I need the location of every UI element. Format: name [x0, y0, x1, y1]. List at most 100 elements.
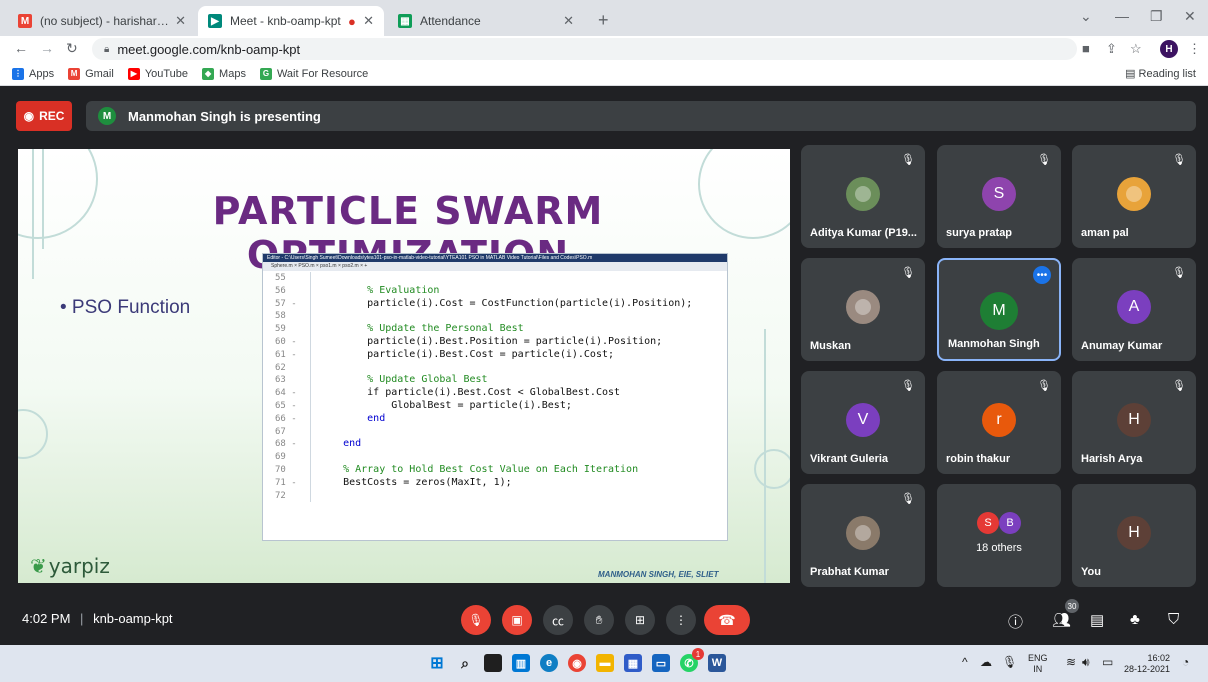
share-icon[interactable]: ⇪ [1106, 41, 1117, 57]
task-view-icon[interactable] [484, 654, 502, 672]
participant-tile[interactable]: S B 18 others [937, 484, 1061, 587]
wifi-icon[interactable]: ≋ [1066, 655, 1076, 669]
more-options-button[interactable]: ⋮ [666, 605, 696, 635]
recording-badge[interactable]: ◉ REC [16, 101, 72, 131]
participant-name: You [1081, 566, 1101, 578]
participant-tile[interactable]: 🎙︎ Muskan [801, 258, 925, 361]
bookmark-maps[interactable]: ◆ Maps [202, 67, 246, 80]
slide-credit: MANMOHAN SINGH, EIE, SLIET [598, 570, 719, 579]
participant-tile[interactable]: 🎙︎ aman pal [1072, 145, 1196, 248]
tab-gmail[interactable]: M (no subject) - harisharya@sliet.ac ✕ [8, 6, 196, 36]
tab-attendance[interactable]: ▦ Attendance ✕ [388, 6, 584, 36]
word-icon[interactable]: W [708, 654, 726, 672]
widgets-icon[interactable]: ▥ [512, 654, 530, 672]
people-icon[interactable]: 👥︎ [1052, 611, 1071, 629]
cloud-icon[interactable]: ☁︎ [980, 655, 992, 669]
profile-avatar[interactable]: H [1160, 40, 1178, 58]
line-number: 71 - [263, 476, 311, 490]
minimize-icon[interactable]: — [1115, 8, 1129, 24]
url-bar[interactable]: 🔒︎ meet.google.com/knb-oamp-kpt [92, 38, 1077, 60]
participant-tile[interactable]: 🎙︎ Prabhat Kumar [801, 484, 925, 587]
camera-off-icon: ▣ [511, 613, 523, 627]
line-number: 60 - [263, 335, 311, 349]
participant-tile[interactable]: 🎙︎ r robin thakur [937, 371, 1061, 474]
windows-start-icon[interactable]: ⊞ [428, 654, 446, 672]
microphone-tray-icon[interactable]: 🎙︎ [1002, 655, 1017, 669]
forward-icon[interactable]: → [40, 40, 54, 56]
participant-tile[interactable]: 🎙︎ A Anumay Kumar [1072, 258, 1196, 361]
captions-icon: ㏄ [551, 613, 564, 628]
close-icon[interactable]: ✕ [357, 13, 374, 29]
language-indicator[interactable]: ENG IN [1028, 653, 1048, 675]
reading-list-button[interactable]: ▤ Reading list [1125, 67, 1196, 80]
gmail-icon: M [68, 67, 81, 80]
avatar: A [1117, 290, 1151, 324]
edge-icon[interactable]: e [540, 654, 558, 672]
camera-in-use-icon[interactable]: ■ [1082, 41, 1090, 56]
clock-time: 16:02 [1147, 653, 1171, 663]
chrome-icon[interactable]: ◉ [568, 654, 586, 672]
tab-search-icon[interactable]: ⌄ [1080, 8, 1092, 25]
maximize-icon[interactable]: ❐ [1150, 8, 1163, 25]
system-clock[interactable]: 16:02 28-12-2021 [1124, 653, 1170, 675]
mic-muted-icon: 🎙︎ [901, 154, 915, 166]
participant-tile[interactable]: 🎙︎ Ssurya pratap [937, 145, 1061, 248]
bookmark-youtube[interactable]: ▶ YouTube [127, 67, 188, 80]
bookmark-star-icon[interactable]: ☆ [1130, 41, 1142, 57]
mic-toggle-button[interactable]: 🎙︎ [461, 605, 491, 635]
meeting-details-icon[interactable]: ⓘ [1008, 611, 1023, 632]
store-icon[interactable]: ▦ [624, 654, 642, 672]
close-icon[interactable]: ✕ [169, 13, 186, 29]
participant-name: Prabhat Kumar [810, 566, 889, 578]
code-line: 58 [263, 310, 727, 324]
close-icon[interactable]: ✕ [557, 13, 574, 29]
participant-tile[interactable]: 🎙︎ H Harish Arya [1072, 371, 1196, 474]
participant-tile[interactable]: H You [1072, 484, 1196, 587]
bookmark-apps[interactable]: ⋮ Apps [12, 67, 54, 80]
back-icon[interactable]: ← [14, 40, 28, 56]
volume-icon[interactable]: 🔊︎ [1082, 655, 1090, 670]
new-tab-button[interactable]: + [598, 10, 609, 31]
mic-muted-icon: 🎙︎ [1037, 380, 1051, 392]
show-hidden-icons-icon[interactable]: ^ [962, 655, 968, 669]
camera-toggle-button[interactable]: ▣ [502, 605, 532, 635]
mic-muted-icon: 🎙︎ [1172, 380, 1186, 392]
editor-tabs: Sphere.m × PSO.m × pso1.m × pso2.m × + [263, 262, 727, 271]
avatar: r [982, 403, 1016, 437]
participant-tile[interactable]: 🎙︎ Aditya Kumar (P19... [801, 145, 925, 248]
zoom-icon[interactable]: ▭ [652, 654, 670, 672]
code-line: 63 % Update Global Best [263, 374, 727, 388]
more-options-icon[interactable]: ••• [1033, 266, 1051, 284]
captions-button[interactable]: ㏄ [543, 605, 573, 635]
code-text: GlobalBest = particle(i).Best; [319, 399, 572, 411]
bookmark-wait-for-resource[interactable]: G Wait For Resource [259, 67, 368, 80]
window-close-icon[interactable]: ✕ [1184, 8, 1196, 25]
avatar-photo [846, 516, 880, 550]
present-button[interactable]: ⊞ [625, 605, 655, 635]
leave-call-button[interactable]: ☎︎ [704, 605, 750, 635]
participant-tile[interactable]: ••• M Manmohan Singh [937, 258, 1061, 361]
host-controls-icon[interactable]: ⛉ [1168, 611, 1179, 628]
notifications-icon[interactable]: ◔ [1182, 655, 1189, 669]
meeting-controls-bar: 4:02 PM | knb-oamp-kpt 🎙︎ ▣ ㏄ ✋︎ ⊞ ⋮ ☎︎ … [0, 597, 1208, 645]
code-line: 56 % Evaluation [263, 284, 727, 298]
activities-icon[interactable]: ♣ [1130, 611, 1140, 628]
menu-icon[interactable]: ⋮ [1188, 41, 1201, 57]
tab-meet[interactable]: ▶ Meet - knb-oamp-kpt ● ✕ [198, 6, 384, 36]
raise-hand-button[interactable]: ✋︎ [584, 605, 614, 635]
battery-icon[interactable]: ▭ [1102, 655, 1113, 669]
avatar-photo [1117, 177, 1151, 211]
code-line: 62 [263, 361, 727, 375]
bookmark-gmail[interactable]: M Gmail [68, 67, 114, 80]
search-icon[interactable]: ⌕ [456, 654, 474, 672]
file-explorer-icon[interactable]: ▬ [596, 654, 614, 672]
participant-name: Harish Arya [1081, 453, 1143, 465]
bookmarks-bar: ⋮ Apps M Gmail ▶ YouTube ◆ Maps G Wait F… [0, 62, 1208, 86]
region-code: IN [1033, 664, 1043, 674]
chat-icon[interactable]: ▤ [1090, 611, 1104, 629]
participant-tile[interactable]: 🎙︎ V Vikrant Guleria [801, 371, 925, 474]
yarpiz-logo: ❦ yarpiz [30, 554, 110, 578]
reload-icon[interactable]: ↻ [66, 40, 78, 57]
code-text: end [319, 438, 362, 450]
line-number: 69 [263, 451, 311, 464]
